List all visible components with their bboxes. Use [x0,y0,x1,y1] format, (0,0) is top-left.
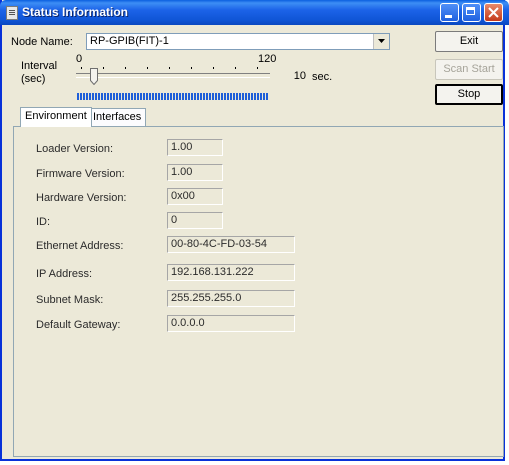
stop-button[interactable]: Stop [435,84,503,105]
slider-tick [147,67,148,69]
ethernet-address-field: 00-80-4C-FD-03-54 [167,236,295,253]
exit-button[interactable]: Exit [435,31,503,52]
slider-tick [103,67,104,69]
firmware-version-field: 1.00 [167,164,223,181]
id-label: ID: [36,216,51,228]
slider-tick [81,67,82,69]
interval-label: Interval [21,60,58,72]
loader-version-field: 1.00 [167,139,223,156]
id-field: 0 [167,212,223,229]
slider-tick [169,67,170,69]
chevron-down-icon [378,39,385,43]
minimize-button[interactable] [440,3,459,22]
slider-min-label: 0 [76,53,83,65]
status-information-window: Status Information Node Name: RP-GPIB(FI… [0,0,509,461]
subnet-mask-label: Subnet Mask: [36,294,104,306]
ip-address-label: IP Address: [36,268,93,280]
interval-value-unit: sec. [312,71,333,83]
slider-thumb-icon[interactable] [90,68,98,85]
subnet-mask-field: 255.255.255.0 [167,290,295,307]
close-icon [488,7,499,18]
node-name-select[interactable]: RP-GPIB(FIT)-1 [86,33,390,50]
ip-address-field: 192.168.131.222 [167,264,295,281]
default-gateway-field: 0.0.0.0 [167,315,295,332]
node-name-label: Node Name: [11,36,73,48]
node-name-value: RP-GPIB(FIT)-1 [90,35,169,47]
firmware-version-label: Firmware Version: [36,168,125,180]
scan-start-button[interactable]: Scan Start [435,59,503,80]
interval-value: 10 [289,69,306,84]
window-title: Status Information [22,5,129,19]
slider-track[interactable] [76,73,270,78]
slider-tick [191,67,192,69]
tab-environment[interactable]: Environment [20,107,92,127]
slider-max-label: 120 [258,53,277,65]
slider-tick [125,67,126,69]
slider-tick [257,67,258,69]
maximize-button[interactable] [462,3,481,22]
ethernet-address-label: Ethernet Address: [36,240,124,252]
hardware-version-field: 0x00 [167,188,223,205]
close-button[interactable] [484,3,503,22]
default-gateway-label: Default Gateway: [36,319,121,331]
window-icon [6,6,18,20]
slider-tick [235,67,236,69]
hardware-version-label: Hardware Version: [36,192,127,204]
tab-interfaces[interactable]: Interfaces [88,108,147,126]
loader-version-label: Loader Version: [36,143,114,155]
title-bar[interactable]: Status Information [0,0,509,25]
interval-unit-label: (sec) [21,73,46,85]
slider-tick [213,67,214,69]
scan-progress-bar [77,93,268,100]
dropdown-button[interactable] [373,34,389,49]
